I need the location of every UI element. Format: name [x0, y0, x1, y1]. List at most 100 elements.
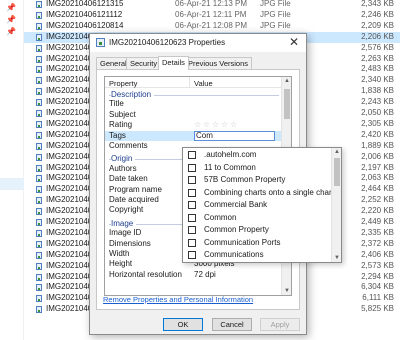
tab-previous-versions[interactable]: Previous Versions	[184, 57, 253, 69]
navigation-pane: 📌 📌 📌	[0, 0, 24, 340]
scroll-down-icon[interactable]: ▼	[334, 255, 340, 261]
property-name: Program name	[109, 184, 162, 194]
property-name: Dimensions	[109, 238, 151, 248]
apply-button[interactable]: Apply	[260, 318, 300, 331]
jpg-file-icon	[36, 262, 42, 270]
scroll-thumb[interactable]	[284, 89, 290, 119]
remove-properties-link[interactable]: Remove Properties and Personal Informati…	[103, 295, 253, 304]
pin-icon[interactable]: 📌	[6, 3, 16, 13]
checkbox-icon[interactable]	[188, 251, 196, 259]
suggestion-item[interactable]: Common	[183, 212, 331, 225]
jpg-file-icon	[36, 229, 42, 237]
checkbox-icon[interactable]	[188, 201, 196, 209]
rating-star-icon[interactable]: ☆	[194, 120, 201, 130]
scroll-up-icon[interactable]: ▲	[284, 78, 290, 84]
property-row[interactable]: Horizontal resolution 72 dpi	[105, 270, 281, 280]
suggestion-item[interactable]: Communications	[183, 249, 331, 262]
file-row[interactable]: IMG20210406120814 06-Apr-21 12:08 PM JPG F…	[24, 21, 400, 32]
checkbox-icon[interactable]	[188, 213, 196, 222]
jpg-file-icon	[36, 251, 42, 259]
file-row[interactable]: IMG20210406121315 06-Apr-21 12:13 PM JPG F…	[24, 0, 400, 10]
file-size: 2,252 KB	[361, 195, 394, 205]
suggestion-label: Commercial Bank	[204, 200, 268, 209]
file-size: 6,111 KB	[362, 293, 394, 303]
suggestion-item[interactable]: .autohelm.com	[183, 149, 331, 162]
checkbox-icon[interactable]	[188, 188, 196, 197]
jpg-file-icon	[36, 22, 42, 30]
suggestions-scrollbar[interactable]: ▲ ▼	[331, 148, 341, 262]
tags-input[interactable]: Com	[194, 130, 275, 141]
checkbox-icon[interactable]	[188, 176, 196, 184]
file-size: 2,305 KB	[361, 118, 394, 128]
suggestion-label: Common Property	[204, 225, 269, 234]
file-size: 2,063 KB	[361, 173, 394, 183]
property-name: Title	[109, 99, 124, 109]
property-value: 72 dpi	[194, 269, 216, 279]
file-size: 2,197 KB	[361, 162, 394, 172]
suggestion-item[interactable]: 11 to Common	[183, 162, 331, 175]
property-name: Authors	[109, 163, 137, 173]
close-button[interactable]: ✕	[286, 35, 302, 50]
suggestion-item[interactable]: Common Property	[183, 224, 331, 237]
file-row[interactable]: IMG20210406121112 06-Apr-21 12:11 PM JPG F…	[24, 10, 400, 21]
tab-details[interactable]: Details	[158, 56, 189, 70]
rating-star-icon[interactable]: ☆	[212, 120, 219, 130]
scroll-down-icon[interactable]: ▼	[284, 288, 290, 294]
jpg-file-icon	[36, 33, 42, 41]
jpg-file-icon	[36, 120, 42, 128]
file-size: 2,406 KB	[361, 249, 394, 259]
rating-star-icon[interactable]: ☆	[203, 120, 210, 130]
property-row[interactable]: Tags Com	[105, 130, 281, 141]
file-size: 2,335 KB	[361, 227, 394, 237]
scroll-up-icon[interactable]: ▲	[334, 149, 340, 155]
jpg-file-icon	[36, 11, 42, 19]
pin-icon[interactable]: 📌	[6, 15, 16, 25]
file-size: 2,483 KB	[361, 64, 394, 74]
property-name: Height	[109, 259, 133, 269]
checkbox-icon[interactable]	[188, 238, 196, 247]
nav-selected-item[interactable]	[0, 178, 24, 190]
suggestion-item[interactable]: Commercial Bank	[183, 199, 331, 212]
pin-icon[interactable]: 📌	[6, 27, 16, 37]
suggestion-label: .autohelm.com	[204, 150, 257, 159]
file-size: 6,304 KB	[361, 282, 394, 292]
property-row[interactable]: Title	[105, 99, 281, 109]
jpg-file-icon	[36, 240, 42, 248]
property-name: Tags	[109, 130, 126, 140]
file-size: 2,263 KB	[361, 53, 394, 63]
cancel-button[interactable]: Cancel	[212, 318, 252, 331]
grid-header: Property Value	[105, 77, 281, 88]
property-name: Date acquired	[109, 195, 159, 204]
group-header-description[interactable]: Description	[109, 90, 279, 99]
suggestion-item[interactable]: Combining charts onto a single chart	[183, 187, 334, 200]
suggestion-item[interactable]: 57B Common Property	[183, 174, 331, 187]
jpg-file-icon	[36, 77, 42, 85]
property-name: Subject	[109, 109, 136, 119]
property-row[interactable]: Subject	[105, 110, 281, 120]
checkbox-icon[interactable]	[188, 226, 196, 234]
file-type: JPG File	[260, 9, 291, 19]
dialog-titlebar[interactable]: IMG20210406120623 Properties ✕	[90, 34, 306, 52]
property-name: Date taken	[109, 174, 148, 184]
jpg-file-icon	[36, 197, 42, 205]
property-name: Comments	[109, 141, 148, 150]
property-row[interactable]: Rating ☆ ☆ ☆ ☆ ☆	[105, 120, 281, 130]
scroll-thumb[interactable]	[334, 158, 340, 186]
file-size: 2,340 KB	[361, 75, 394, 85]
suggestion-item[interactable]: Communication Ports	[183, 237, 331, 250]
checkbox-icon[interactable]	[188, 163, 196, 172]
property-column-header[interactable]: Property	[109, 79, 137, 88]
rating-star-icon[interactable]: ☆	[221, 120, 228, 130]
suggestion-label: 11 to Common	[204, 162, 256, 172]
ok-button[interactable]: OK	[163, 318, 203, 331]
jpg-file-icon	[36, 273, 42, 281]
property-name: Rating	[109, 120, 133, 130]
group-label: Image	[111, 218, 137, 228]
file-size: 2,050 KB	[361, 108, 394, 117]
checkbox-icon[interactable]	[188, 151, 196, 159]
column-divider[interactable]	[189, 77, 190, 88]
jpg-file-icon	[36, 186, 42, 194]
tab-security[interactable]: Security	[126, 57, 162, 69]
value-column-header[interactable]: Value	[194, 79, 213, 88]
rating-star-icon[interactable]: ☆	[230, 120, 237, 130]
